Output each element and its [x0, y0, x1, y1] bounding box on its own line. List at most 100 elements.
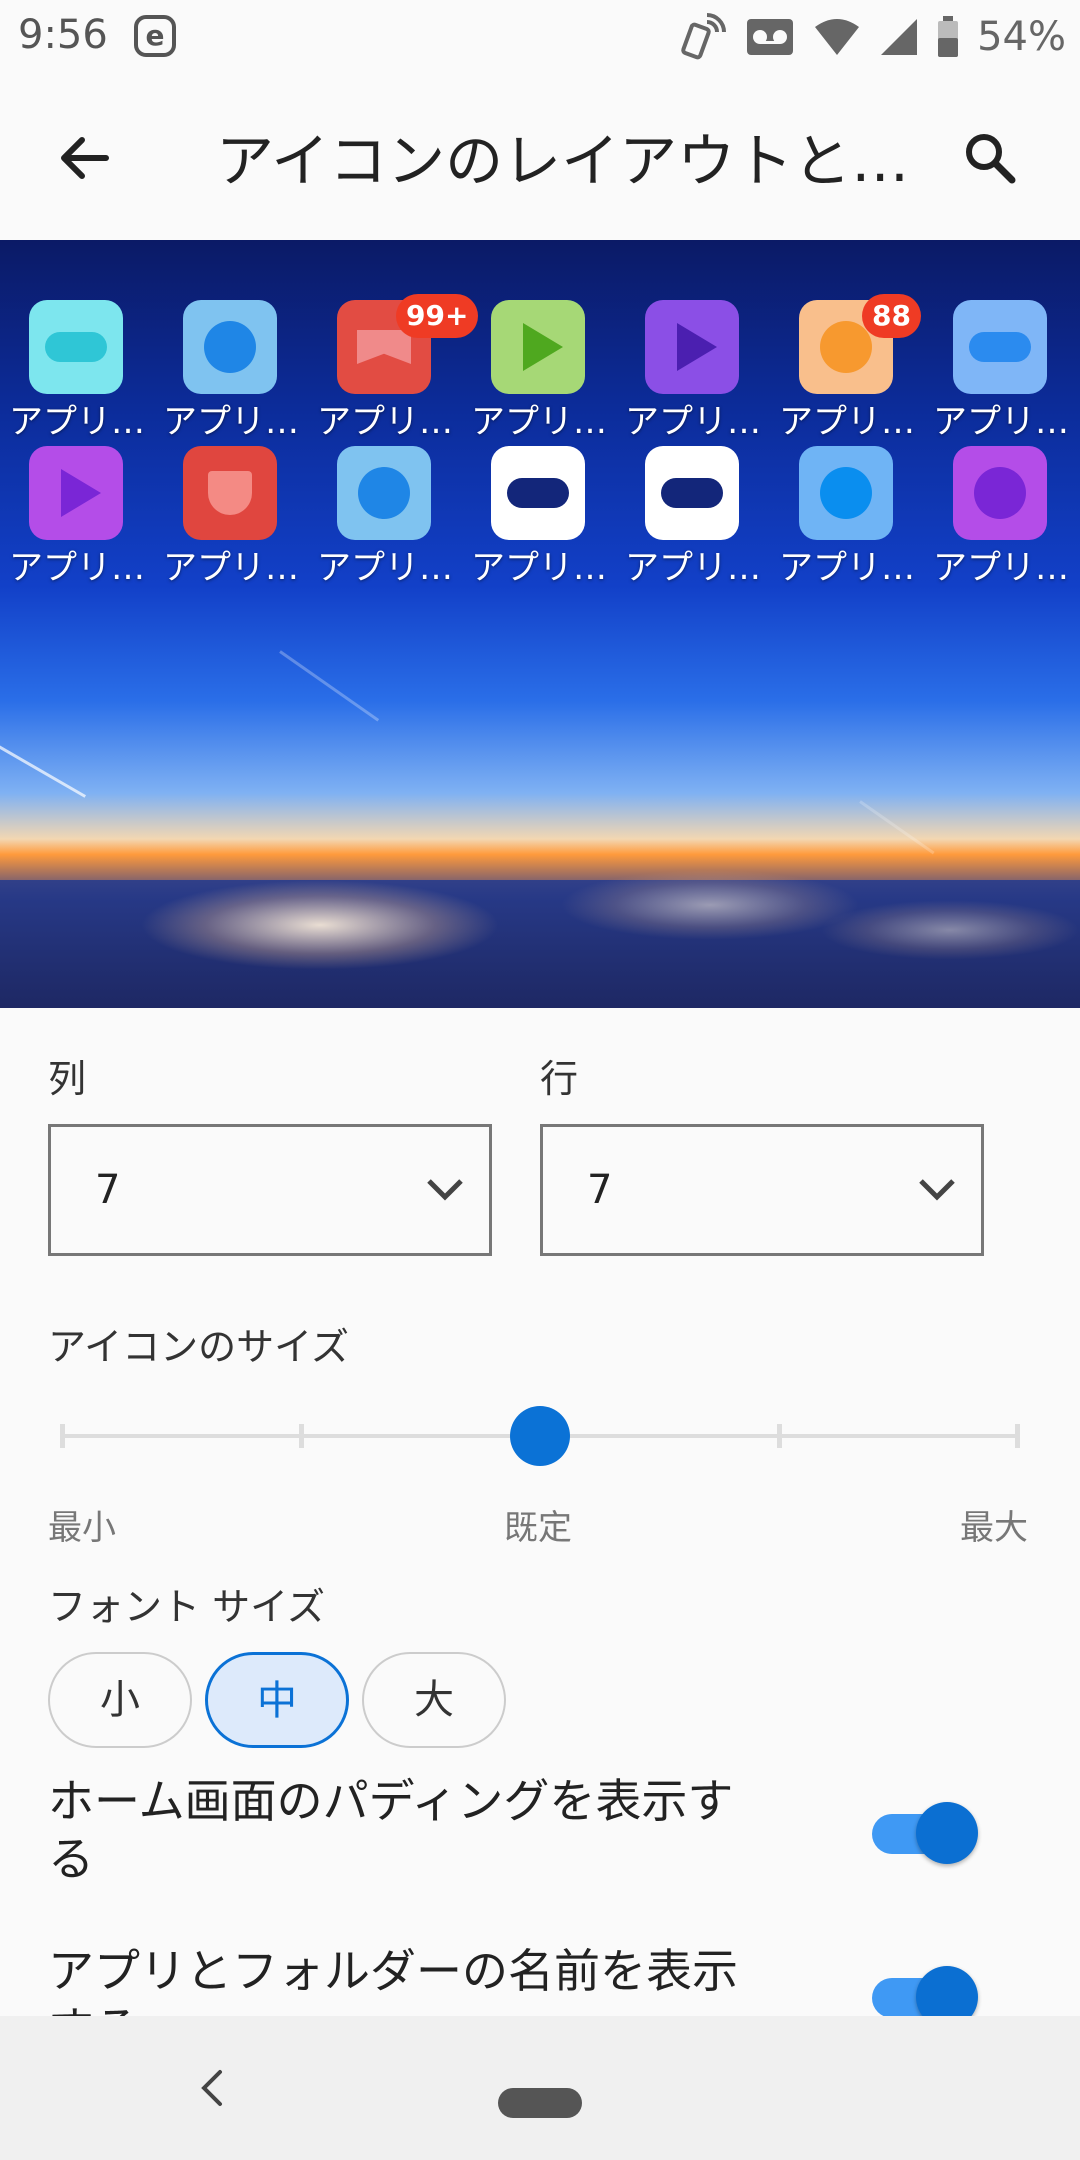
system-nav-bar — [0, 2016, 1080, 2160]
dot-glyph-icon — [358, 467, 410, 519]
preview-app-icon: アプリ… — [0, 300, 154, 442]
app-label: アプリ… — [779, 548, 915, 588]
meteor-streak — [279, 650, 380, 722]
app-label: アプリ… — [317, 402, 453, 442]
icon-size-slider-thumb[interactable] — [510, 1406, 570, 1466]
dot-glyph-icon — [204, 321, 256, 373]
show-names-toggle[interactable] — [872, 1966, 978, 2028]
preview-app-icon: アプリ… — [616, 446, 770, 588]
chevron-down-icon — [427, 1179, 463, 1201]
app-tile — [491, 300, 585, 394]
app-label: アプリ… — [779, 402, 915, 442]
cloud-glow — [140, 880, 500, 970]
notification-e-icon: e — [134, 15, 176, 57]
cloud-glow — [560, 870, 860, 940]
slider-default-label: 既定 — [504, 1508, 572, 1548]
rows-label: 行 — [540, 1057, 579, 1101]
font-size-large-chip[interactable]: 大 — [362, 1652, 506, 1748]
slider-tick — [777, 1424, 782, 1448]
preview-app-icon: 99+ アプリ… — [308, 294, 479, 442]
preview-app-icon: 88 アプリ… — [770, 294, 924, 442]
pill-glyph-icon — [969, 332, 1031, 362]
app-label: アプリ… — [163, 548, 299, 588]
page-title: アイコンのレイアウトと… — [216, 127, 910, 195]
app-bar: アイコンのレイアウトと… — [0, 74, 1080, 240]
play-glyph-icon — [523, 323, 563, 371]
preview-app-icon: アプリ… — [462, 446, 616, 588]
preview-app-icon: アプリ… — [616, 300, 770, 442]
ribbon-glyph-icon — [357, 330, 411, 364]
rows-value: 7 — [587, 1167, 613, 1213]
preview-app-icon: アプリ… — [770, 446, 924, 588]
play-glyph-icon — [61, 469, 101, 517]
columns-value: 7 — [95, 1167, 121, 1213]
nav-home-pill[interactable] — [498, 2088, 582, 2118]
show-names-label: アプリとフォルダーの名前を表示する — [48, 1944, 738, 2016]
search-icon — [966, 134, 1016, 184]
back-button[interactable] — [44, 118, 124, 198]
app-tile — [645, 300, 739, 394]
app-label: アプリ… — [625, 402, 761, 442]
home-screen-preview: アプリ… アプリ… 99+ アプリ… アプリ… アプリ… 88 アプリ… アプリ… アプリ… アプリ… — [0, 240, 1080, 1008]
app-label: アプリ… — [933, 402, 1069, 442]
nfc-phone-icon — [681, 13, 727, 60]
preview-app-icon: アプリ… — [154, 446, 308, 588]
cloud-glow — [820, 900, 1080, 960]
rows-select[interactable]: 7 — [540, 1124, 984, 1256]
slider-tick — [1015, 1424, 1020, 1448]
app-label: アプリ… — [9, 402, 145, 442]
voicemail-icon — [747, 19, 794, 55]
preview-app-icon: アプリ… — [924, 446, 1078, 588]
font-size-label: フォント サイズ — [48, 1585, 325, 1629]
status-icons: 54% — [677, 12, 1066, 62]
icon-size-label: アイコンのサイズ — [48, 1325, 349, 1369]
status-time: 9:56 — [18, 12, 108, 58]
pill-glyph-icon — [507, 478, 569, 508]
columns-select[interactable]: 7 — [48, 1124, 492, 1256]
font-size-medium-chip[interactable]: 中 — [205, 1652, 349, 1748]
preview-app-icon: アプリ… — [154, 300, 308, 442]
app-label: アプリ… — [625, 548, 761, 588]
preview-app-icon: アプリ… — [308, 446, 462, 588]
cup-glyph-icon — [208, 471, 252, 515]
battery-percent: 54% — [977, 14, 1066, 60]
app-tile — [29, 300, 123, 394]
app-label: アプリ… — [317, 548, 453, 588]
app-tile — [29, 446, 123, 540]
app-label: アプリ… — [163, 402, 299, 442]
cell-signal-icon — [881, 19, 918, 55]
app-tile — [183, 446, 277, 540]
dot-glyph-icon — [820, 321, 872, 373]
toggle-knob — [916, 1802, 978, 1864]
slider-tick — [60, 1424, 65, 1448]
preview-app-icon: アプリ… — [462, 300, 616, 442]
app-tile — [491, 446, 585, 540]
app-label: アプリ… — [471, 548, 607, 588]
meteor-streak — [859, 800, 935, 855]
chevron-down-icon — [919, 1179, 955, 1201]
arrow-back-icon — [61, 137, 109, 179]
app-label: アプリ… — [933, 548, 1069, 588]
slider-min-label: 最小 — [48, 1508, 116, 1548]
app-tile — [337, 446, 431, 540]
dot-glyph-icon — [974, 467, 1026, 519]
status-bar: 9:56 e 54% — [0, 0, 1080, 74]
slider-tick — [299, 1424, 304, 1448]
slider-max-label: 最大 — [960, 1508, 1028, 1548]
show-padding-label: ホーム画面のパディングを表示する — [48, 1774, 734, 1886]
font-size-small-chip[interactable]: 小 — [48, 1652, 192, 1748]
app-tile — [953, 446, 1047, 540]
wifi-icon — [815, 19, 860, 55]
app-tile — [183, 300, 277, 394]
preview-app-icon: アプリ… — [924, 300, 1078, 442]
pill-glyph-icon — [661, 478, 723, 508]
play-glyph-icon — [677, 323, 717, 371]
show-padding-toggle[interactable] — [872, 1802, 978, 1864]
battery-icon — [938, 16, 959, 57]
nav-back-icon[interactable] — [190, 2058, 230, 2118]
search-button[interactable] — [950, 118, 1030, 198]
dot-glyph-icon — [820, 467, 872, 519]
notification-badge: 88 — [862, 294, 921, 338]
app-tile — [645, 446, 739, 540]
meteor-streak — [0, 740, 87, 798]
